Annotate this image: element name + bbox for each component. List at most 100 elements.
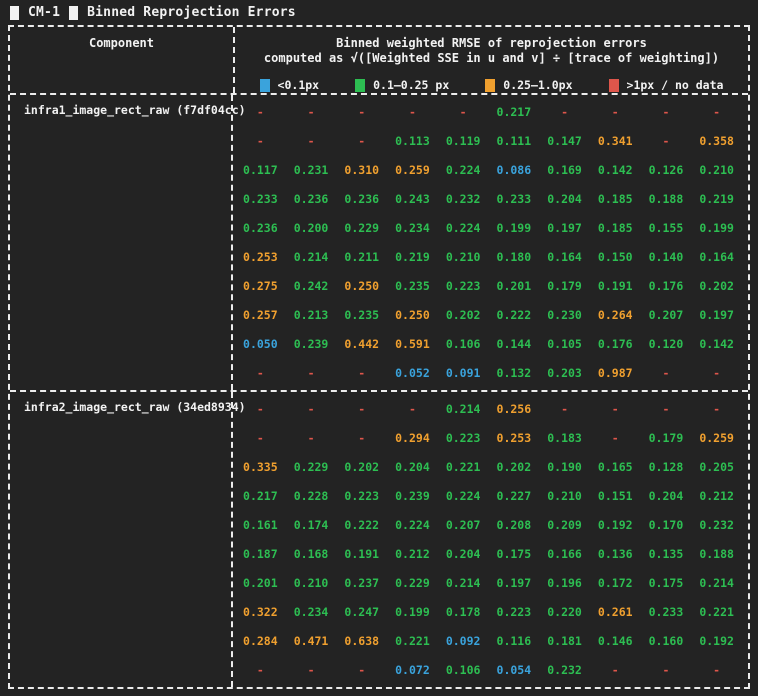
rmse-cell: 0.106 <box>438 330 489 359</box>
component-name: infra1_image_rect_raw (f7df04cc) <box>10 95 233 390</box>
rmse-cell: 0.221 <box>691 598 742 627</box>
rmse-cell: 0.147 <box>539 127 590 156</box>
rmse-cell: 0.250 <box>387 301 438 330</box>
rmse-cell: 0.275 <box>235 272 286 301</box>
rmse-cell: 0.242 <box>286 272 337 301</box>
rmse-cell-nodata: - <box>387 395 438 424</box>
rmse-cell: 0.135 <box>641 540 692 569</box>
rmse-cell: 0.358 <box>691 127 742 156</box>
rmse-cell: 0.223 <box>489 598 540 627</box>
rmse-cell: 0.235 <box>387 272 438 301</box>
rmse-cell-nodata: - <box>336 395 387 424</box>
legend-label: 0.1–0.25 px <box>373 78 449 93</box>
rmse-cell: 0.106 <box>438 656 489 685</box>
rmse-cell: 0.172 <box>590 569 641 598</box>
legend-item: 0.1–0.25 px <box>355 78 449 93</box>
legend-item: <0.1px <box>260 78 320 93</box>
rmse-cell: 0.136 <box>590 540 641 569</box>
rmse-cell: 0.192 <box>590 511 641 540</box>
rmse-cell-nodata: - <box>691 395 742 424</box>
rmse-cell: 0.224 <box>438 214 489 243</box>
rmse-cell: 0.221 <box>438 453 489 482</box>
rmse-cell: 0.169 <box>539 156 590 185</box>
rmse-cell: 0.165 <box>590 453 641 482</box>
rmse-cell: 0.214 <box>438 569 489 598</box>
rmse-cell: 0.197 <box>691 301 742 330</box>
rmse-cell: 0.250 <box>336 272 387 301</box>
rmse-cell: 0.230 <box>539 301 590 330</box>
rmse-cell: 0.259 <box>691 424 742 453</box>
rmse-cell: 0.176 <box>590 330 641 359</box>
rmse-cell: 0.174 <box>286 511 337 540</box>
rmse-cell: 0.180 <box>489 243 540 272</box>
rmse-cell: 0.591 <box>387 330 438 359</box>
rmse-cell: 0.116 <box>489 627 540 656</box>
rmse-cell: 0.199 <box>691 214 742 243</box>
rmse-cell: 0.253 <box>489 424 540 453</box>
legend-label: 0.25–1.0px <box>503 78 572 93</box>
component-name: infra2_image_rect_raw (34ed8934) <box>10 392 233 687</box>
rmse-header-line2: computed as √([Weighted SSE in u and v] … <box>235 51 748 66</box>
rmse-cell: 0.170 <box>641 511 692 540</box>
rmse-cell-nodata: - <box>235 424 286 453</box>
rmse-cell: 0.987 <box>590 359 641 388</box>
rmse-cell: 0.310 <box>336 156 387 185</box>
rmse-cell: 0.204 <box>438 540 489 569</box>
rmse-cell: 0.257 <box>235 301 286 330</box>
rmse-cell: 0.168 <box>286 540 337 569</box>
legend-swatch-icon <box>609 79 619 92</box>
rmse-cell: 0.126 <box>641 156 692 185</box>
rmse-cell: 0.142 <box>590 156 641 185</box>
rmse-cell: 0.228 <box>286 482 337 511</box>
rmse-cell: 0.196 <box>539 569 590 598</box>
rmse-cell-nodata: - <box>590 98 641 127</box>
rmse-cell: 0.232 <box>539 656 590 685</box>
rmse-cell: 0.092 <box>438 627 489 656</box>
rmse-cell-nodata: - <box>641 359 692 388</box>
legend: <0.1px 0.1–0.25 px 0.25–1.0px >1px / no dat… <box>235 78 748 93</box>
rmse-cell-nodata: - <box>336 127 387 156</box>
rmse-cell: 0.175 <box>489 540 540 569</box>
rmse-cell: 0.185 <box>590 185 641 214</box>
rmse-cell: 0.164 <box>539 243 590 272</box>
rmse-cell: 0.442 <box>336 330 387 359</box>
legend-label: <0.1px <box>278 78 320 93</box>
rmse-cell: 0.232 <box>691 511 742 540</box>
rmse-cell-nodata: - <box>590 656 641 685</box>
legend-label: >1px / no data <box>627 78 724 93</box>
rmse-cell: 0.231 <box>286 156 337 185</box>
rmse-cell: 0.212 <box>691 482 742 511</box>
rmse-column-header: Binned weighted RMSE of reprojection err… <box>235 27 748 93</box>
rmse-cell-nodata: - <box>336 656 387 685</box>
rmse-cell: 0.050 <box>235 330 286 359</box>
rmse-cell: 0.197 <box>539 214 590 243</box>
rmse-cell-nodata: - <box>235 656 286 685</box>
rmse-cell: 0.207 <box>641 301 692 330</box>
rmse-cell: 0.176 <box>641 272 692 301</box>
rmse-cell: 0.213 <box>286 301 337 330</box>
table-header: Component Binned weighted RMSE of reproj… <box>10 27 748 95</box>
rmse-cell: 0.203 <box>539 359 590 388</box>
rmse-cell: 0.181 <box>539 627 590 656</box>
rmse-cell-nodata: - <box>641 127 692 156</box>
rmse-cell: 0.214 <box>691 569 742 598</box>
rmse-cell: 0.210 <box>438 243 489 272</box>
rmse-cell: 0.201 <box>235 569 286 598</box>
rmse-cell: 0.223 <box>438 272 489 301</box>
rmse-cell-nodata: - <box>235 395 286 424</box>
rmse-cell: 0.204 <box>539 185 590 214</box>
rmse-cell: 0.224 <box>438 482 489 511</box>
rmse-cell: 0.233 <box>489 185 540 214</box>
rmse-cell: 0.150 <box>590 243 641 272</box>
rmse-cell: 0.091 <box>438 359 489 388</box>
rmse-grid: -----0.217-------0.1130.1190.1110.1470.3… <box>233 95 748 390</box>
rmse-cell: 0.185 <box>590 214 641 243</box>
rmse-cell: 0.220 <box>539 598 590 627</box>
rmse-cell: 0.224 <box>387 511 438 540</box>
rmse-cell-nodata: - <box>539 395 590 424</box>
rmse-cell: 0.335 <box>235 453 286 482</box>
rmse-cell: 0.227 <box>489 482 540 511</box>
rmse-cell: 0.202 <box>489 453 540 482</box>
rmse-cell: 0.294 <box>387 424 438 453</box>
rmse-header-line1: Binned weighted RMSE of reprojection err… <box>235 36 748 51</box>
